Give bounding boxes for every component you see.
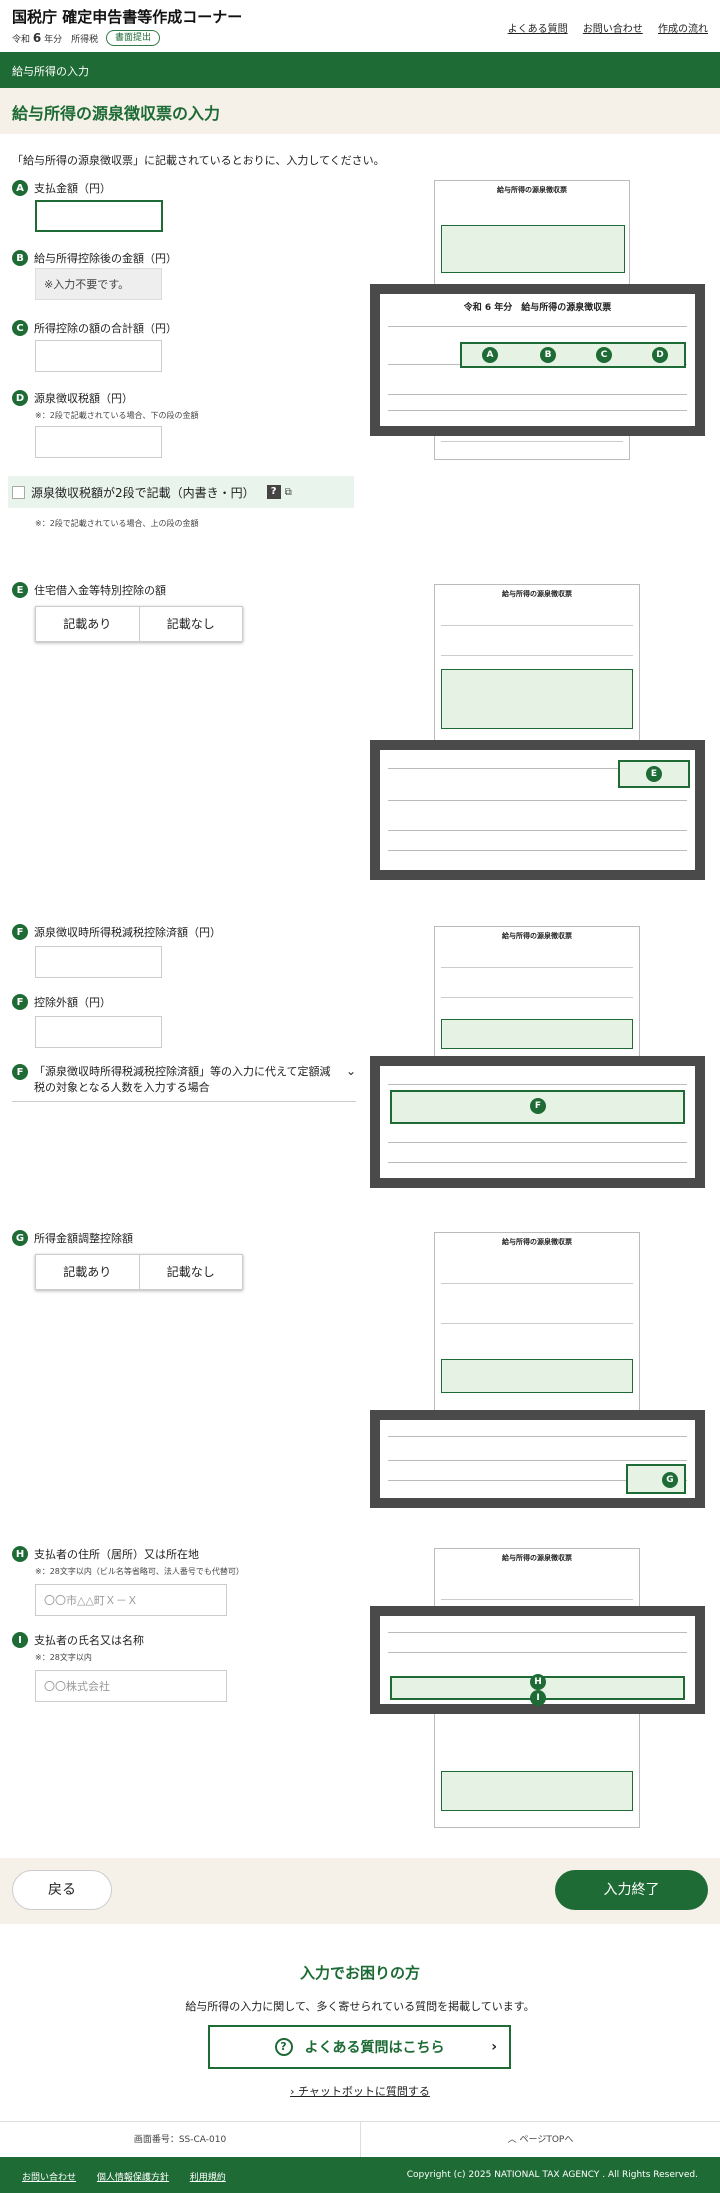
- withholding-slip-image-4: 給与所得の源泉徴収票: [434, 1232, 640, 1412]
- housing-loan-choice: 記載あり 記載なし: [35, 606, 243, 642]
- status-bar: 画面番号：SS-CA-010 ︿ ページTOPへ: [0, 2121, 720, 2158]
- label-e: E 住宅借入金等特別控除の額: [12, 582, 166, 598]
- copy-icon[interactable]: ⧉: [285, 487, 292, 498]
- intro-text: 「給与所得の源泉徴収票」に記載されているとおりに、入力してください。: [12, 154, 385, 167]
- footer-terms[interactable]: 利用規約: [190, 2173, 226, 2183]
- non-deduction-input[interactable]: [35, 1016, 162, 1048]
- note-h: ※：28文字以内（ビル名等省略可、法人番号でも代替可）: [35, 1567, 244, 1576]
- tax-year: 令和 6 年分 所得税: [12, 31, 99, 45]
- note-i: ※：28文字以内: [35, 1653, 92, 1662]
- header-links: よくある質問 お問い合わせ 作成の流れ: [496, 20, 708, 35]
- marker-c: C: [12, 320, 28, 336]
- finish-button[interactable]: 入力終了: [555, 1870, 708, 1910]
- footer-privacy[interactable]: 個人情報保護方針: [97, 2173, 169, 2183]
- faq-button[interactable]: ? よくある質問はこちら ›: [208, 2025, 511, 2069]
- withholding-slip-image-3: 給与所得の源泉徴収票: [434, 926, 640, 1076]
- label-f1: F 源泉徴収時所得税減税控除済額（円）: [12, 924, 221, 940]
- payer-name-input[interactable]: 〇〇株式会社: [35, 1670, 227, 1702]
- two-row-checkbox[interactable]: 源泉徴収税額が2段で記載（内書き・円） ? ⧉: [8, 476, 354, 508]
- deduction-total-input[interactable]: [35, 340, 162, 372]
- help-icon[interactable]: ?: [266, 485, 281, 499]
- page-title: 給与所得の源泉徴収票の入力: [0, 88, 720, 134]
- help-text: 給与所得の入力に関して、多く寄せられている質問を掲載しています。: [185, 2000, 535, 2013]
- label-f2: F 控除外額（円）: [12, 994, 111, 1010]
- label-i: I 支払者の氏名又は名称: [12, 1632, 144, 1648]
- pagetop-link[interactable]: ︿ ページTOPへ: [360, 2122, 720, 2158]
- payment-amount-input[interactable]: [35, 200, 163, 232]
- zoom-panel-3: F: [370, 1056, 705, 1188]
- marker-e: E: [12, 582, 28, 598]
- marker-f3: F: [12, 1064, 28, 1080]
- checkbox-box[interactable]: [12, 485, 25, 499]
- footer-contact[interactable]: お問い合わせ: [22, 2173, 76, 2183]
- reduction-persons-toggle[interactable]: F 「源泉徴収時所得税減税控除済額」等の入力に代えて定額減税の対象となる人数を入…: [12, 1064, 356, 1102]
- site-header: 国税庁 確定申告書等作成コーナー 令和 6 年分 所得税 書面提出 よくある質問…: [0, 0, 720, 52]
- housing-loan-no[interactable]: 記載なし: [140, 607, 243, 641]
- link-faq[interactable]: よくある質問: [508, 24, 568, 35]
- chevron-right-icon: ›: [491, 2039, 497, 2055]
- label-b: B 給与所得控除後の金額（円）: [12, 250, 177, 266]
- marker-f2: F: [12, 994, 28, 1010]
- link-flow[interactable]: 作成の流れ: [658, 24, 708, 35]
- marker-i: I: [12, 1632, 28, 1648]
- screen-id: 画面番号：SS-CA-010: [133, 2135, 227, 2145]
- back-button[interactable]: 戻る: [12, 1870, 112, 1910]
- income-adjust-no[interactable]: 記載なし: [140, 1255, 243, 1289]
- marker-d: D: [12, 390, 28, 406]
- income-adjust-choice: 記載あり 記載なし: [35, 1254, 243, 1290]
- marker-g: G: [12, 1230, 28, 1246]
- withholding-tax-input[interactable]: [35, 426, 162, 458]
- submission-badge: 書面提出: [106, 30, 161, 46]
- housing-loan-yes[interactable]: 記載あり: [36, 607, 140, 641]
- withholding-slip-image-2: 給与所得の源泉徴収票: [434, 584, 640, 744]
- marker-a: A: [12, 180, 28, 196]
- marker-f1: F: [12, 924, 28, 940]
- question-icon: ?: [274, 2038, 293, 2056]
- label-c: C 所得控除の額の合計額（円）: [12, 320, 177, 336]
- chevron-down-icon: ⌄: [345, 1064, 356, 1078]
- after-deduction-field: ※入力不要です。: [35, 268, 162, 300]
- payer-address-input[interactable]: 〇〇市△△町Ｘ－Ｘ: [35, 1584, 227, 1616]
- label-h: H 支払者の住所（居所）又は所在地: [12, 1546, 199, 1562]
- tax-reduction-input[interactable]: [35, 946, 162, 978]
- income-adjust-yes[interactable]: 記載あり: [36, 1255, 140, 1289]
- note-two-row: ※：2段で記載されている場合、上の段の金額: [35, 519, 199, 528]
- marker-b: B: [12, 250, 28, 266]
- link-contact[interactable]: お問い合わせ: [583, 24, 643, 35]
- label-g: G 所得金額調整控除額: [12, 1230, 133, 1246]
- site-footer: お問い合わせ 個人情報保護方針 利用規約 Copyright (c) 2025 …: [0, 2157, 720, 2193]
- zoom-panel-5: H I: [370, 1606, 705, 1714]
- copyright: Copyright (c) 2025 NATIONAL TAX AGENCY .…: [406, 2170, 698, 2180]
- zoom-panel-2: E: [370, 740, 705, 880]
- note-d: ※：2段で記載されている場合、下の段の金額: [35, 411, 199, 420]
- zoom-panel-4: G: [370, 1410, 705, 1508]
- label-a: A 支払金額（円）: [12, 180, 111, 196]
- breadcrumb: 給与所得の入力: [0, 52, 720, 88]
- chatbot-link[interactable]: › チャットボットに質問する: [0, 2083, 720, 2099]
- zoom-panel-1: 令和 6 年分 給与所得の源泉徴収票 A B C D: [370, 284, 705, 436]
- help-heading: 入力でお困りの方: [299, 1964, 420, 1982]
- site-title: 国税庁 確定申告書等作成コーナー: [12, 8, 243, 26]
- label-d: D 源泉徴収税額（円）: [12, 390, 133, 406]
- marker-h: H: [12, 1546, 28, 1562]
